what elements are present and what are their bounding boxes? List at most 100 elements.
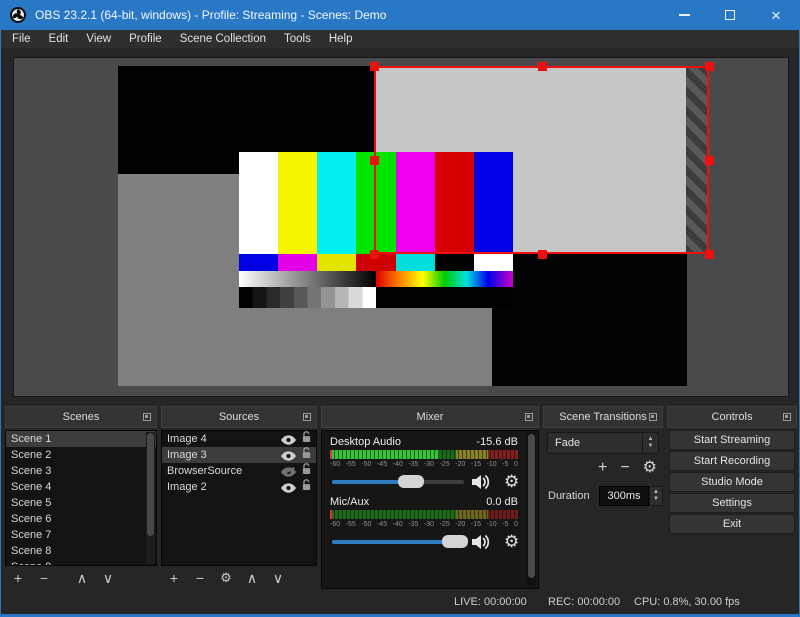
move-source-down-button[interactable]: ∨ <box>265 568 291 588</box>
transition-select[interactable]: Fade ▲ ▼ <box>547 432 659 454</box>
add-transition-button[interactable]: + <box>598 458 607 478</box>
add-source-button[interactable]: + <box>161 568 187 588</box>
menu-item-scene-collection[interactable]: Scene Collection <box>171 30 275 48</box>
selection-handle-top-left[interactable] <box>370 62 379 71</box>
unlock-icon[interactable] <box>301 446 312 464</box>
selection-handle-mid-left[interactable] <box>370 156 379 165</box>
menu-item-file[interactable]: File <box>3 30 40 48</box>
start-streaming-button[interactable]: Start Streaming <box>669 430 795 450</box>
mixer-scrollbar[interactable] <box>527 433 536 586</box>
unlock-icon[interactable] <box>301 462 312 480</box>
visibility-eye-off-icon[interactable] <box>281 466 296 477</box>
duration-input[interactable]: 300ms <box>599 486 649 506</box>
controls-panel-header[interactable]: Controls <box>667 406 797 428</box>
maximize-button[interactable] <box>707 0 753 30</box>
volume-slider-handle[interactable] <box>441 535 468 548</box>
source-list-item[interactable]: Image 4 <box>162 431 316 447</box>
scene-list-item[interactable]: Scene 7 <box>6 527 156 543</box>
mixer-panel-header[interactable]: Mixer <box>321 406 539 428</box>
transitions-panel-title: Scene Transitions <box>559 411 647 423</box>
transition-properties-button[interactable]: ⚙ <box>643 458 657 478</box>
selection-handle-top-center[interactable] <box>538 62 547 71</box>
channel-settings-gear-icon[interactable]: ⚙ <box>504 472 519 492</box>
scene-list-item[interactable]: Scene 5 <box>6 495 156 511</box>
visibility-eye-icon[interactable] <box>281 434 296 445</box>
exit-button[interactable]: Exit <box>669 514 795 534</box>
minimize-icon <box>678 14 690 16</box>
panel-dock-icon[interactable] <box>143 413 151 421</box>
add-scene-button[interactable]: + <box>5 568 31 588</box>
source-list-item[interactable]: Image 2 <box>162 478 316 496</box>
scene-preview-canvas[interactable] <box>13 57 789 397</box>
remove-transition-button[interactable]: − <box>620 458 629 478</box>
panel-dock-icon[interactable] <box>649 413 657 421</box>
scenes-panel: Scenes Scene 1 Scene 2 Scene 3 Scene 4 Scene… <box>5 406 157 589</box>
unlock-icon[interactable] <box>301 431 312 448</box>
mixer-body: Desktop Audio -15.6 dB -60 -55 -50 -45 -40 -3… <box>321 430 539 589</box>
remove-scene-button[interactable]: − <box>31 568 57 588</box>
speaker-icon[interactable] <box>472 534 492 550</box>
panel-dock-icon[interactable] <box>525 413 533 421</box>
channel-settings-gear-icon[interactable]: ⚙ <box>504 532 519 552</box>
visibility-eye-icon[interactable] <box>281 450 296 461</box>
transitions-panel-header[interactable]: Scene Transitions <box>543 406 663 428</box>
move-source-up-button[interactable]: ∧ <box>239 568 265 588</box>
controls-panel: Controls Start Streaming Start Recording… <box>667 406 797 589</box>
speaker-icon[interactable] <box>472 474 492 490</box>
panel-dock-icon[interactable] <box>303 413 311 421</box>
scene-list-item[interactable]: Scene 8 <box>6 543 156 559</box>
menu-item-edit[interactable]: Edit <box>40 30 78 48</box>
minimize-button[interactable] <box>661 0 707 30</box>
scene-list-item[interactable]: Scene 6 <box>6 511 156 527</box>
settings-button[interactable]: Settings <box>669 493 795 513</box>
duration-stepper[interactable]: ▲ ▼ <box>649 486 663 506</box>
db-scale: -60 -55 -50 -45 -40 -35 -30 -25 -20 -15 -10 -5 0 <box>330 461 518 468</box>
selection-handle-top-right[interactable] <box>705 62 714 71</box>
close-button[interactable]: × <box>753 0 799 30</box>
titlebar[interactable]: OBS 23.2.1 (64-bit, windows) - Profile: … <box>1 0 799 30</box>
menu-item-profile[interactable]: Profile <box>120 30 171 48</box>
selection-handle-bottom-left[interactable] <box>370 250 379 259</box>
move-scene-up-button[interactable]: ∧ <box>69 568 95 588</box>
cpu-fps-status: CPU: 0.8%, 30.00 fps <box>634 596 740 608</box>
volume-slider-handle[interactable] <box>398 475 425 488</box>
spin-up-icon: ▲ <box>653 489 659 495</box>
source-properties-button[interactable]: ⚙ <box>213 568 239 588</box>
transition-select-stepper[interactable]: ▲ ▼ <box>642 433 658 453</box>
scenes-list[interactable]: Scene 1 Scene 2 Scene 3 Scene 4 Scene 5 Scene… <box>5 430 157 566</box>
remove-source-button[interactable]: − <box>187 568 213 588</box>
source-name: Image 2 <box>167 481 207 493</box>
scene-list-item[interactable]: Scene 1 <box>6 431 156 447</box>
volume-slider[interactable] <box>332 535 468 548</box>
colorbars-gradient-row <box>239 271 513 287</box>
scenes-scrollbar[interactable] <box>146 432 155 564</box>
transition-buttons: + − ⚙ <box>598 458 657 478</box>
selection-handle-bottom-right[interactable] <box>705 250 714 259</box>
visibility-eye-icon[interactable] <box>281 482 296 493</box>
scene-list-item[interactable]: Scene 3 <box>6 463 156 479</box>
selection-handle-mid-right[interactable] <box>705 156 714 165</box>
source-black-rect-2[interactable] <box>492 254 687 386</box>
volume-slider[interactable] <box>332 475 464 488</box>
duration-label: Duration <box>548 490 590 502</box>
panel-dock-icon[interactable] <box>783 413 791 421</box>
selection-handle-bottom-center[interactable] <box>538 250 547 259</box>
selection-border[interactable] <box>374 66 709 254</box>
sources-list[interactable]: Image 4 Image 3 BrowserSource Image 2 <box>161 430 317 566</box>
move-scene-down-button[interactable]: ∨ <box>95 568 121 588</box>
scene-list-item[interactable]: Scene 9 <box>6 559 156 565</box>
studio-mode-button[interactable]: Studio Mode <box>669 472 795 492</box>
source-list-item[interactable]: BrowserSource <box>162 462 316 480</box>
scene-list-item[interactable]: Scene 4 <box>6 479 156 495</box>
volume-meter <box>330 510 518 519</box>
sources-panel-header[interactable]: Sources <box>161 406 317 428</box>
scenes-panel-title: Scenes <box>62 411 100 423</box>
menu-item-help[interactable]: Help <box>320 30 362 48</box>
scene-list-item[interactable]: Scene 2 <box>6 447 156 463</box>
scenes-panel-header[interactable]: Scenes <box>5 406 157 428</box>
source-list-item[interactable]: Image 3 <box>162 446 316 464</box>
menu-item-view[interactable]: View <box>77 30 120 48</box>
unlock-icon[interactable] <box>301 478 312 496</box>
menu-item-tools[interactable]: Tools <box>275 30 320 48</box>
start-recording-button[interactable]: Start Recording <box>669 451 795 471</box>
